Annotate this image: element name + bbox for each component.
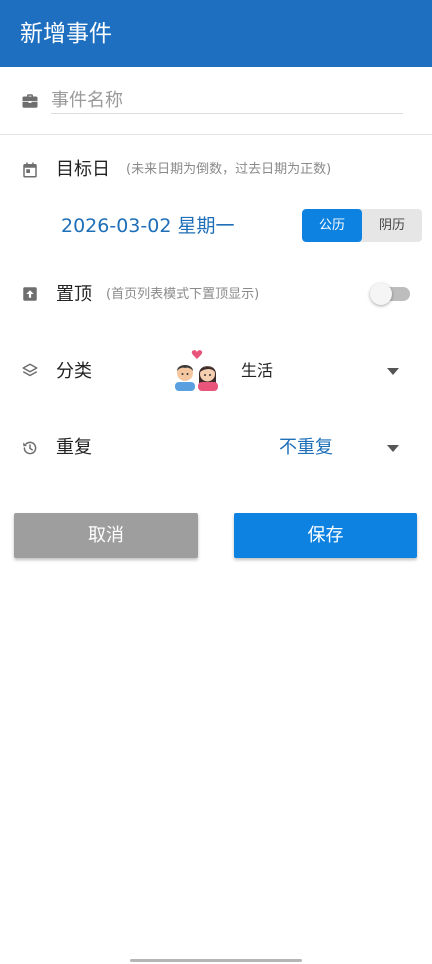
section-divider: [0, 134, 432, 135]
repeat-label: 重复: [56, 437, 92, 458]
home-indicator[interactable]: [130, 959, 302, 962]
calendar-type-switch: 公历 阴历: [302, 209, 422, 242]
category-dropdown-icon[interactable]: [387, 368, 399, 375]
repeat-value[interactable]: 不重复: [279, 436, 333, 460]
category-value[interactable]: 生活: [241, 360, 273, 382]
briefcase-icon: [22, 94, 38, 108]
history-icon: [23, 441, 37, 455]
layers-icon: [22, 363, 38, 377]
couple-emoji-icon[interactable]: [172, 349, 222, 391]
save-button[interactable]: 保存: [234, 513, 417, 558]
cancel-button[interactable]: 取消: [14, 513, 198, 558]
target-date-label: 目标日: [56, 159, 110, 180]
pin-top-toggle[interactable]: [370, 283, 410, 305]
pin-top-hint: (首页列表模式下置顶显示): [106, 287, 260, 302]
repeat-dropdown-icon[interactable]: [387, 445, 399, 452]
pin-top-icon: [23, 287, 37, 301]
target-date-hint: (未来日期为倒数，过去日期为正数): [126, 162, 332, 177]
lunar-calendar-option[interactable]: 阴历: [362, 209, 422, 242]
page-title: 新增事件: [20, 21, 112, 47]
event-name-input[interactable]: [51, 87, 403, 114]
pin-top-label: 置顶: [56, 284, 92, 305]
target-date-value[interactable]: 2026-03-02 星期一: [61, 213, 234, 239]
calendar-icon: [23, 162, 37, 178]
app-bar: 新增事件: [0, 0, 432, 67]
toggle-thumb: [370, 283, 392, 305]
category-label: 分类: [56, 361, 92, 382]
solar-calendar-option[interactable]: 公历: [302, 209, 362, 242]
